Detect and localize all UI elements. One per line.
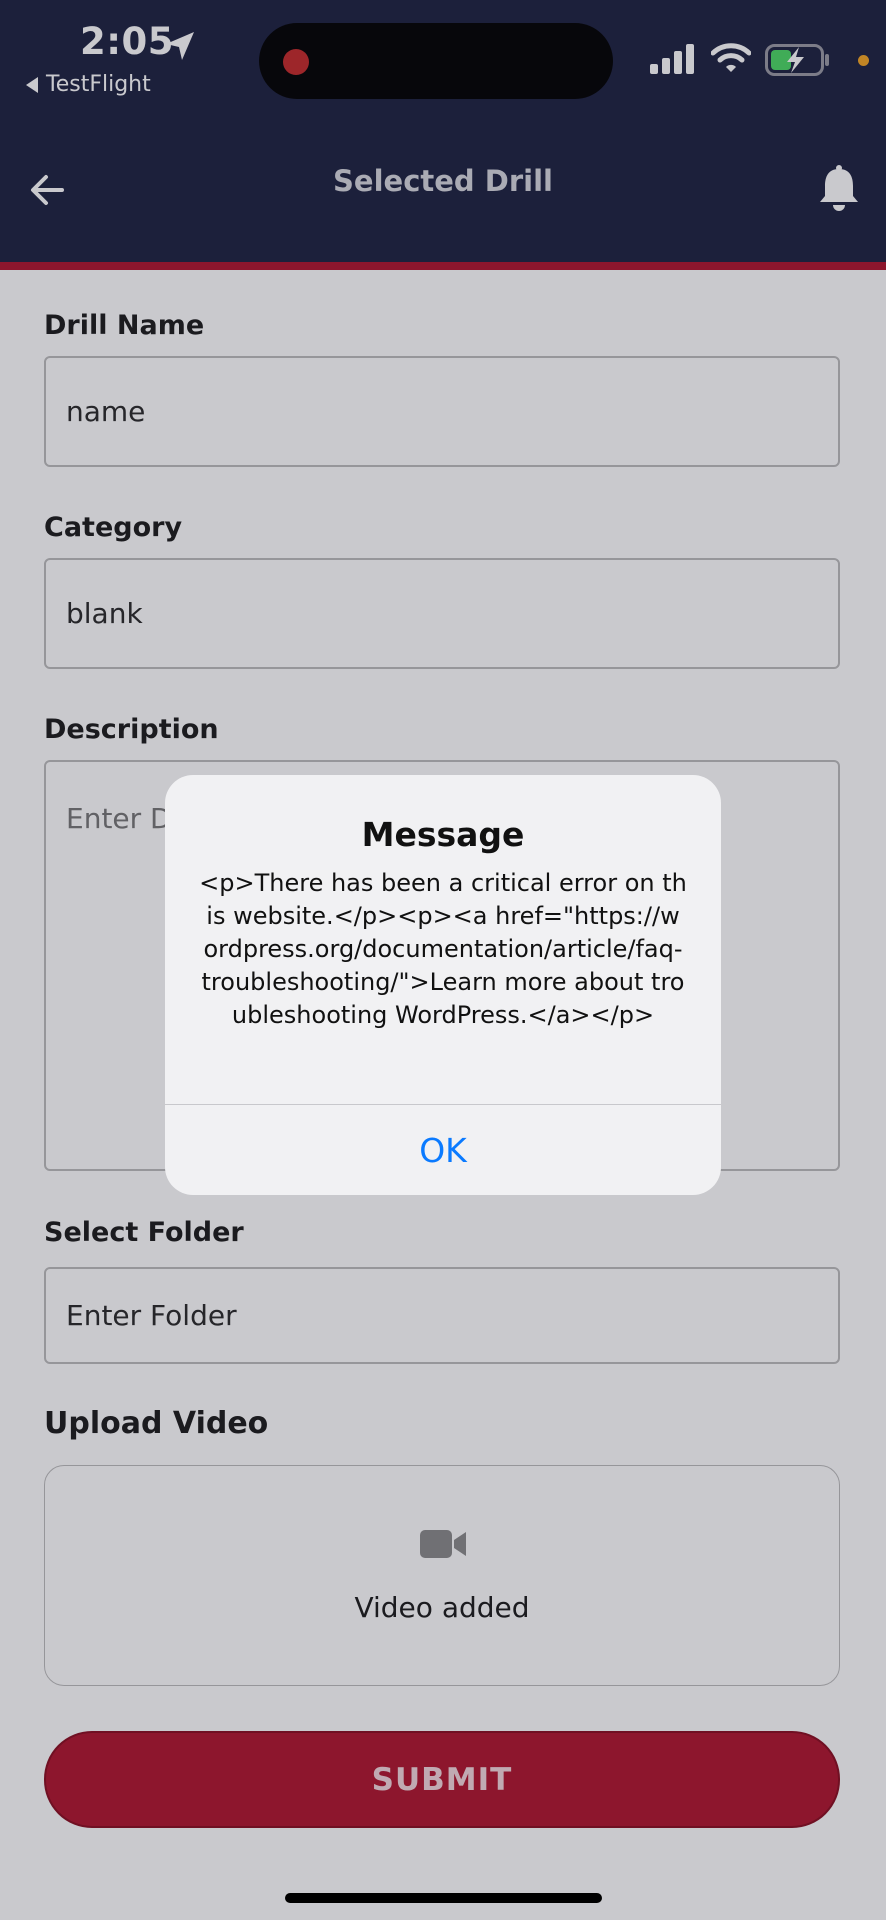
alert-ok-button[interactable]: OK	[165, 1105, 721, 1195]
alert-dialog: Message <p>There has been a critical err…	[165, 775, 721, 1195]
alert-message: <p>There has been a critical error on th…	[199, 869, 687, 1029]
alert-title: Message	[361, 815, 525, 854]
home-indicator[interactable]	[285, 1893, 602, 1903]
